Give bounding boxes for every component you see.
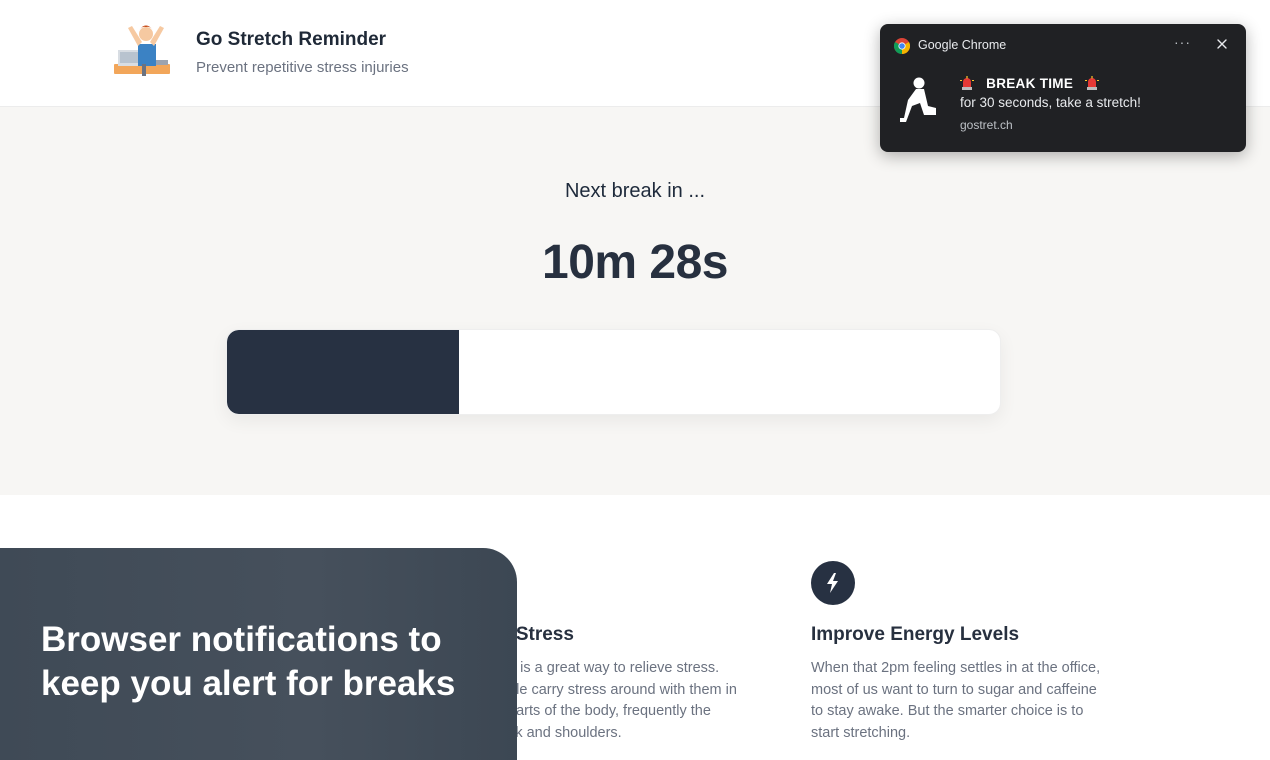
notification-title: BREAK TIME — [960, 76, 1100, 91]
feature-text-line: When that 2pm feeling settles in at the … — [811, 660, 1101, 676]
lightning-bolt-icon — [811, 561, 855, 605]
feature-text-line: t parts of the body, frequently the — [500, 703, 711, 719]
app-subtitle: Prevent repetitive stress injuries — [196, 59, 409, 76]
notification-app-name: Google Chrome — [918, 38, 1007, 52]
feature-text-line: ng is a great way to relieve stress. — [500, 660, 720, 676]
feature-text-line: start stretching. — [811, 724, 911, 741]
notification-origin: gostret.ch — [960, 118, 1013, 132]
notification-body: for 30 seconds, take a stretch! — [960, 95, 1141, 110]
lunge-stretch-icon — [900, 77, 936, 122]
feature-relieve-stress: e Stress ng is a great way to relieve st… — [500, 561, 820, 744]
feature-text-line: ople carry stress around with them in — [500, 681, 737, 698]
feature-text-line: eck and shoulders. — [500, 724, 622, 741]
break-progress-bar — [226, 329, 1001, 415]
feature-improve-energy: Improve Energy Levels When that 2pm feel… — [811, 561, 1131, 744]
break-progress-fill — [227, 330, 459, 414]
app-title: Go Stretch Reminder — [196, 29, 387, 50]
chrome-logo-icon — [894, 38, 910, 54]
siren-icon — [1085, 76, 1100, 90]
caption-text: Browser notifications to keep you alert … — [41, 620, 456, 703]
next-break-label: Next break in ... — [564, 180, 706, 202]
caption-card: Browser notifications to keep you alert … — [0, 548, 517, 760]
chrome-notification[interactable]: Google Chrome ··· BREAK TIME for 30 seco… — [880, 24, 1246, 152]
timer-section: Next break in ... 10m 28s — [0, 107, 1270, 495]
countdown-timer: 10m 28s — [542, 236, 729, 289]
siren-icon — [960, 76, 974, 90]
close-icon[interactable] — [1214, 36, 1230, 52]
more-options-icon[interactable]: ··· — [1174, 34, 1191, 50]
feature-title: Improve Energy Levels — [811, 624, 1020, 645]
feature-text: When that 2pm feeling settles in at the … — [811, 658, 1131, 744]
feature-text: ng is a great way to relieve stress. opl… — [500, 658, 820, 744]
feature-text-line: most of us want to turn to sugar and caf… — [811, 681, 1097, 698]
feature-title: e Stress — [500, 624, 574, 645]
feature-text-line: to stay awake. But the smarter choice is… — [811, 703, 1084, 719]
person-stretching-at-desk-icon — [114, 25, 170, 76]
notification-title-text: BREAK TIME — [986, 76, 1074, 91]
